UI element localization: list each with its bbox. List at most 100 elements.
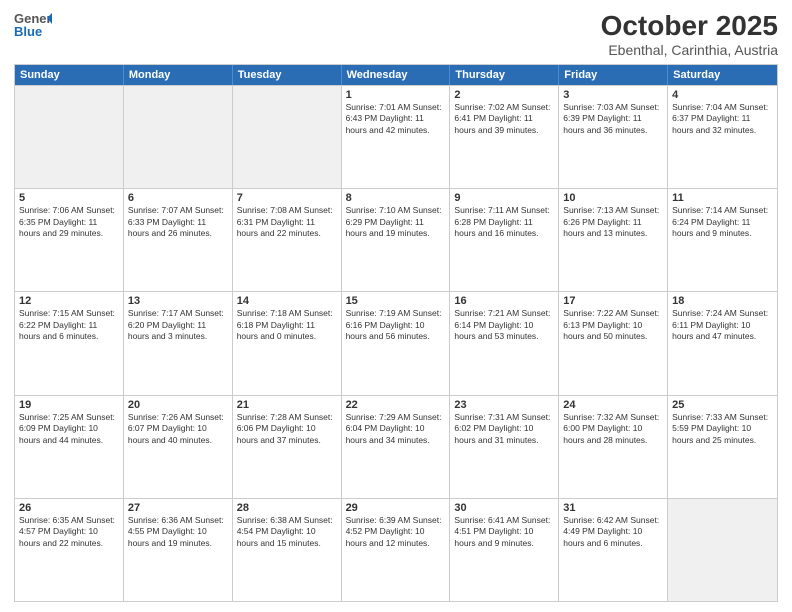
- day-cell-4: 4Sunrise: 7:04 AM Sunset: 6:37 PM Daylig…: [668, 86, 777, 188]
- day-number-16: 16: [454, 295, 554, 307]
- day-cell-17: 17Sunrise: 7:22 AM Sunset: 6:13 PM Dayli…: [559, 292, 668, 394]
- location-subtitle: Ebenthal, Carinthia, Austria: [601, 42, 778, 58]
- header-sunday: Sunday: [15, 65, 124, 85]
- day-number-19: 19: [19, 399, 119, 411]
- day-cell-1: 1Sunrise: 7:01 AM Sunset: 6:43 PM Daylig…: [342, 86, 451, 188]
- day-cell-19: 19Sunrise: 7:25 AM Sunset: 6:09 PM Dayli…: [15, 396, 124, 498]
- day-number-27: 27: [128, 502, 228, 514]
- day-number-29: 29: [346, 502, 446, 514]
- header-friday: Friday: [559, 65, 668, 85]
- empty-cell-w0-d1: [124, 86, 233, 188]
- day-number-30: 30: [454, 502, 554, 514]
- day-info-5: Sunrise: 7:06 AM Sunset: 6:35 PM Dayligh…: [19, 205, 119, 239]
- day-cell-3: 3Sunrise: 7:03 AM Sunset: 6:39 PM Daylig…: [559, 86, 668, 188]
- header: General Blue October 2025 Ebenthal, Cari…: [14, 10, 778, 58]
- day-info-1: Sunrise: 7:01 AM Sunset: 6:43 PM Dayligh…: [346, 102, 446, 136]
- week-row-0: 1Sunrise: 7:01 AM Sunset: 6:43 PM Daylig…: [15, 85, 777, 188]
- day-info-26: Sunrise: 6:35 AM Sunset: 4:57 PM Dayligh…: [19, 515, 119, 549]
- day-cell-29: 29Sunrise: 6:39 AM Sunset: 4:52 PM Dayli…: [342, 499, 451, 601]
- day-number-9: 9: [454, 192, 554, 204]
- empty-cell-w4-d6: [668, 499, 777, 601]
- day-cell-18: 18Sunrise: 7:24 AM Sunset: 6:11 PM Dayli…: [668, 292, 777, 394]
- logo-icon: General Blue: [14, 10, 52, 40]
- day-info-27: Sunrise: 6:36 AM Sunset: 4:55 PM Dayligh…: [128, 515, 228, 549]
- day-number-13: 13: [128, 295, 228, 307]
- day-cell-9: 9Sunrise: 7:11 AM Sunset: 6:28 PM Daylig…: [450, 189, 559, 291]
- day-number-10: 10: [563, 192, 663, 204]
- header-wednesday: Wednesday: [342, 65, 451, 85]
- day-info-12: Sunrise: 7:15 AM Sunset: 6:22 PM Dayligh…: [19, 308, 119, 342]
- day-number-31: 31: [563, 502, 663, 514]
- day-cell-14: 14Sunrise: 7:18 AM Sunset: 6:18 PM Dayli…: [233, 292, 342, 394]
- day-info-30: Sunrise: 6:41 AM Sunset: 4:51 PM Dayligh…: [454, 515, 554, 549]
- day-number-5: 5: [19, 192, 119, 204]
- day-number-14: 14: [237, 295, 337, 307]
- day-info-11: Sunrise: 7:14 AM Sunset: 6:24 PM Dayligh…: [672, 205, 773, 239]
- day-number-2: 2: [454, 89, 554, 101]
- week-row-3: 19Sunrise: 7:25 AM Sunset: 6:09 PM Dayli…: [15, 395, 777, 498]
- day-number-24: 24: [563, 399, 663, 411]
- day-number-18: 18: [672, 295, 773, 307]
- day-info-21: Sunrise: 7:28 AM Sunset: 6:06 PM Dayligh…: [237, 412, 337, 446]
- title-block: October 2025 Ebenthal, Carinthia, Austri…: [601, 10, 778, 58]
- day-cell-31: 31Sunrise: 6:42 AM Sunset: 4:49 PM Dayli…: [559, 499, 668, 601]
- day-cell-8: 8Sunrise: 7:10 AM Sunset: 6:29 PM Daylig…: [342, 189, 451, 291]
- day-cell-7: 7Sunrise: 7:08 AM Sunset: 6:31 PM Daylig…: [233, 189, 342, 291]
- month-title: October 2025: [601, 10, 778, 42]
- day-info-9: Sunrise: 7:11 AM Sunset: 6:28 PM Dayligh…: [454, 205, 554, 239]
- day-cell-15: 15Sunrise: 7:19 AM Sunset: 6:16 PM Dayli…: [342, 292, 451, 394]
- page: General Blue October 2025 Ebenthal, Cari…: [0, 0, 792, 612]
- day-info-8: Sunrise: 7:10 AM Sunset: 6:29 PM Dayligh…: [346, 205, 446, 239]
- day-number-1: 1: [346, 89, 446, 101]
- day-cell-12: 12Sunrise: 7:15 AM Sunset: 6:22 PM Dayli…: [15, 292, 124, 394]
- header-thursday: Thursday: [450, 65, 559, 85]
- day-number-11: 11: [672, 192, 773, 204]
- day-cell-2: 2Sunrise: 7:02 AM Sunset: 6:41 PM Daylig…: [450, 86, 559, 188]
- day-number-12: 12: [19, 295, 119, 307]
- calendar-body: 1Sunrise: 7:01 AM Sunset: 6:43 PM Daylig…: [15, 85, 777, 601]
- day-info-4: Sunrise: 7:04 AM Sunset: 6:37 PM Dayligh…: [672, 102, 773, 136]
- header-monday: Monday: [124, 65, 233, 85]
- calendar-header: Sunday Monday Tuesday Wednesday Thursday…: [15, 65, 777, 85]
- day-cell-28: 28Sunrise: 6:38 AM Sunset: 4:54 PM Dayli…: [233, 499, 342, 601]
- day-number-6: 6: [128, 192, 228, 204]
- day-info-16: Sunrise: 7:21 AM Sunset: 6:14 PM Dayligh…: [454, 308, 554, 342]
- day-info-17: Sunrise: 7:22 AM Sunset: 6:13 PM Dayligh…: [563, 308, 663, 342]
- day-info-14: Sunrise: 7:18 AM Sunset: 6:18 PM Dayligh…: [237, 308, 337, 342]
- week-row-1: 5Sunrise: 7:06 AM Sunset: 6:35 PM Daylig…: [15, 188, 777, 291]
- day-info-10: Sunrise: 7:13 AM Sunset: 6:26 PM Dayligh…: [563, 205, 663, 239]
- day-number-20: 20: [128, 399, 228, 411]
- day-info-15: Sunrise: 7:19 AM Sunset: 6:16 PM Dayligh…: [346, 308, 446, 342]
- day-info-29: Sunrise: 6:39 AM Sunset: 4:52 PM Dayligh…: [346, 515, 446, 549]
- day-number-4: 4: [672, 89, 773, 101]
- day-number-17: 17: [563, 295, 663, 307]
- day-cell-5: 5Sunrise: 7:06 AM Sunset: 6:35 PM Daylig…: [15, 189, 124, 291]
- day-cell-16: 16Sunrise: 7:21 AM Sunset: 6:14 PM Dayli…: [450, 292, 559, 394]
- day-cell-6: 6Sunrise: 7:07 AM Sunset: 6:33 PM Daylig…: [124, 189, 233, 291]
- logo: General Blue: [14, 10, 52, 40]
- day-cell-10: 10Sunrise: 7:13 AM Sunset: 6:26 PM Dayli…: [559, 189, 668, 291]
- day-info-22: Sunrise: 7:29 AM Sunset: 6:04 PM Dayligh…: [346, 412, 446, 446]
- day-cell-25: 25Sunrise: 7:33 AM Sunset: 5:59 PM Dayli…: [668, 396, 777, 498]
- day-info-2: Sunrise: 7:02 AM Sunset: 6:41 PM Dayligh…: [454, 102, 554, 136]
- day-info-7: Sunrise: 7:08 AM Sunset: 6:31 PM Dayligh…: [237, 205, 337, 239]
- day-info-23: Sunrise: 7:31 AM Sunset: 6:02 PM Dayligh…: [454, 412, 554, 446]
- svg-text:Blue: Blue: [14, 24, 42, 39]
- day-cell-21: 21Sunrise: 7:28 AM Sunset: 6:06 PM Dayli…: [233, 396, 342, 498]
- day-number-26: 26: [19, 502, 119, 514]
- day-info-19: Sunrise: 7:25 AM Sunset: 6:09 PM Dayligh…: [19, 412, 119, 446]
- day-cell-27: 27Sunrise: 6:36 AM Sunset: 4:55 PM Dayli…: [124, 499, 233, 601]
- day-number-15: 15: [346, 295, 446, 307]
- day-cell-22: 22Sunrise: 7:29 AM Sunset: 6:04 PM Dayli…: [342, 396, 451, 498]
- week-row-4: 26Sunrise: 6:35 AM Sunset: 4:57 PM Dayli…: [15, 498, 777, 601]
- day-cell-26: 26Sunrise: 6:35 AM Sunset: 4:57 PM Dayli…: [15, 499, 124, 601]
- day-number-23: 23: [454, 399, 554, 411]
- day-number-3: 3: [563, 89, 663, 101]
- day-cell-23: 23Sunrise: 7:31 AM Sunset: 6:02 PM Dayli…: [450, 396, 559, 498]
- header-saturday: Saturday: [668, 65, 777, 85]
- day-cell-20: 20Sunrise: 7:26 AM Sunset: 6:07 PM Dayli…: [124, 396, 233, 498]
- day-info-20: Sunrise: 7:26 AM Sunset: 6:07 PM Dayligh…: [128, 412, 228, 446]
- day-number-7: 7: [237, 192, 337, 204]
- day-number-28: 28: [237, 502, 337, 514]
- day-info-6: Sunrise: 7:07 AM Sunset: 6:33 PM Dayligh…: [128, 205, 228, 239]
